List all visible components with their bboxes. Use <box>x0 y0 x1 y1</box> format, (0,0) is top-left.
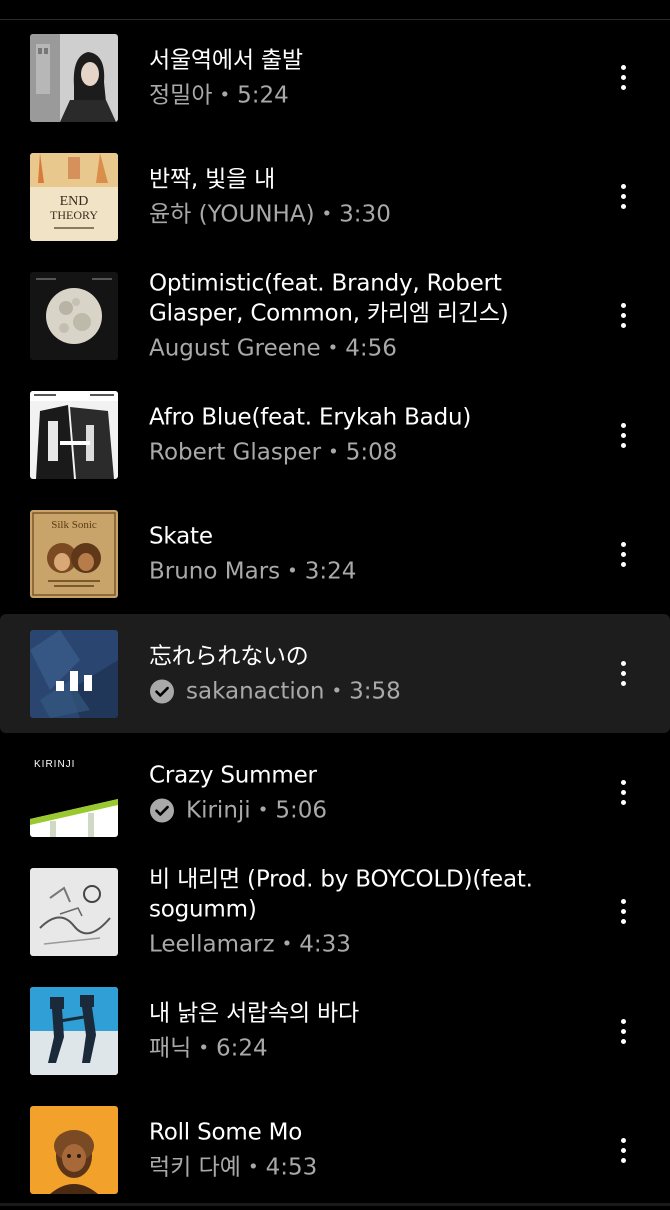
track-info: Crazy Summer Kirinji • 5:06 <box>149 760 590 825</box>
track-duration: 4:56 <box>345 335 397 362</box>
track-info: 비 내리면 (Prod. by BOYCOLD)(feat. sogumm) Le… <box>149 864 590 959</box>
more-vert-icon[interactable] <box>608 773 638 813</box>
track-row[interactable]: Roll Some Mo 럭키 다예 • 4:53 <box>0 1091 670 1210</box>
track-title: Roll Some Mo <box>149 1119 303 1146</box>
track-subtitle: Leellamarz • 4:33 <box>149 929 590 959</box>
separator-dot: • <box>328 441 339 463</box>
track-row[interactable]: 忘れられないの sakanaction • 3:58 <box>0 613 670 734</box>
track-duration: 5:06 <box>275 797 327 824</box>
track-artist[interactable]: Leellamarz <box>149 929 275 959</box>
track-subtitle: Robert Glasper • 5:08 <box>149 438 590 468</box>
track-subtitle: sakanaction • 3:58 <box>149 676 590 706</box>
track-duration: 4:33 <box>299 931 351 958</box>
more-vert-icon[interactable] <box>608 415 638 455</box>
separator-dot: • <box>281 933 293 955</box>
separator-dot: • <box>247 1156 259 1178</box>
track-title: 서울역에서 출발 <box>149 47 303 74</box>
track-row[interactable]: 서울역에서 출발정밀아 • 5:24 <box>0 18 670 137</box>
track-row[interactable]: END THEORY 반짝, 빛을 내윤하 (YOUNHA) • 3:30 <box>0 137 670 256</box>
track-title: Skate <box>149 523 213 550</box>
track-info: 忘れられないの sakanaction • 3:58 <box>149 641 590 706</box>
verified-check-icon <box>149 797 175 823</box>
track-artist[interactable]: Bruno Mars <box>149 557 280 587</box>
track-row[interactable]: Optimistic(feat. Brandy, Robert Glasper,… <box>0 256 670 375</box>
track-info: 반짝, 빛을 내윤하 (YOUNHA) • 3:30 <box>149 164 590 229</box>
svg-text:KIRINJI: KIRINJI <box>34 759 75 770</box>
track-artist[interactable]: 정밀아 <box>149 80 212 110</box>
album-art[interactable] <box>30 629 118 718</box>
more-vert-icon[interactable] <box>608 654 638 694</box>
track-info: Roll Some Mo 럭키 다예 • 4:53 <box>149 1118 590 1183</box>
separator-dot: • <box>327 337 339 359</box>
track-artist[interactable]: 패닉 <box>149 1034 191 1064</box>
track-duration: 3:24 <box>304 558 357 585</box>
track-info: 서울역에서 출발정밀아 • 5:24 <box>149 45 590 110</box>
track-duration: 6:24 <box>215 1035 268 1062</box>
separator-dot: • <box>257 799 269 821</box>
track-artist[interactable]: 윤하 (YOUNHA) <box>149 199 315 229</box>
track-row[interactable]: 내 낡은 서랍속의 바다패닉 • 6:24 <box>0 972 670 1091</box>
track-title: 내 낡은 서랍속의 바다 <box>149 1000 359 1027</box>
track-duration: 3:30 <box>339 201 391 228</box>
track-title: 반짝, 빛을 내 <box>149 166 276 193</box>
track-duration: 3:58 <box>349 678 401 705</box>
svg-text:END: END <box>60 194 89 209</box>
track-info: Afro Blue(feat. Erykah Badu) Robert Glasp… <box>149 403 590 468</box>
track-row[interactable]: KIRINJI Crazy Summer Kirinji • 5:06 <box>0 733 670 852</box>
track-artist[interactable]: Kirinji <box>186 795 251 825</box>
album-art[interactable] <box>30 271 118 360</box>
verified-check-icon <box>149 678 175 704</box>
track-info: 내 낡은 서랍속의 바다패닉 • 6:24 <box>149 999 590 1064</box>
album-art[interactable] <box>30 1106 118 1195</box>
track-row[interactable]: Silk Sonic Skate Bruno Mars • 3:24 <box>0 495 670 614</box>
equalizer-icon <box>30 630 118 718</box>
track-info: Optimistic(feat. Brandy, Robert Glasper,… <box>149 268 590 363</box>
track-info: Skate Bruno Mars • 3:24 <box>149 522 590 587</box>
track-artist[interactable]: 럭키 다예 <box>149 1153 241 1183</box>
more-vert-icon[interactable] <box>608 58 638 98</box>
track-duration: 5:08 <box>345 439 398 466</box>
track-subtitle: August Greene • 4:56 <box>149 333 590 363</box>
track-artist[interactable]: August Greene <box>149 333 321 363</box>
track-artist[interactable]: Robert Glasper <box>149 438 321 468</box>
track-subtitle: 정밀아 • 5:24 <box>149 80 590 110</box>
track-title: 비 내리면 (Prod. by BOYCOLD)(feat. sogumm) <box>149 866 533 923</box>
track-subtitle: Bruno Mars • 3:24 <box>149 557 590 587</box>
track-subtitle: 윤하 (YOUNHA) • 3:30 <box>149 199 590 229</box>
track-title: 忘れられないの <box>149 643 309 670</box>
track-row[interactable]: Afro Blue(feat. Erykah Badu) Robert Glasp… <box>0 376 670 495</box>
track-row[interactable]: 비 내리면 (Prod. by BOYCOLD)(feat. sogumm) Le… <box>0 852 670 971</box>
track-subtitle: 패닉 • 6:24 <box>149 1034 590 1064</box>
separator-dot: • <box>321 203 333 225</box>
album-art[interactable]: Silk Sonic <box>30 510 118 599</box>
separator-dot: • <box>331 680 343 702</box>
album-art[interactable]: KIRINJI <box>30 748 118 837</box>
album-art[interactable] <box>30 987 118 1076</box>
more-vert-icon[interactable] <box>608 892 638 932</box>
album-art[interactable] <box>30 33 118 122</box>
track-list: 서울역에서 출발정밀아 • 5:24 END THEORY 반짝, 빛을 내윤하 (… <box>0 18 670 1210</box>
track-title: Afro Blue(feat. Erykah Badu) <box>149 404 472 431</box>
separator-dot: • <box>198 1037 209 1059</box>
album-art[interactable] <box>30 867 118 956</box>
album-art[interactable] <box>30 391 118 480</box>
track-duration: 4:53 <box>265 1154 318 1181</box>
track-subtitle: 럭키 다예 • 4:53 <box>149 1153 590 1183</box>
svg-text:Silk Sonic: Silk Sonic <box>51 519 97 531</box>
track-artist[interactable]: sakanaction <box>186 676 324 706</box>
more-vert-icon[interactable] <box>608 534 638 574</box>
album-art[interactable]: END THEORY <box>30 152 118 241</box>
track-duration: 5:24 <box>237 82 289 109</box>
more-vert-icon[interactable] <box>608 296 638 336</box>
more-vert-icon[interactable] <box>608 1011 638 1051</box>
svg-text:THEORY: THEORY <box>50 208 98 222</box>
track-subtitle: Kirinji • 5:06 <box>149 795 590 825</box>
more-vert-icon[interactable] <box>608 1130 638 1170</box>
track-title: Crazy Summer <box>149 762 317 789</box>
separator-dot: • <box>287 560 298 582</box>
more-vert-icon[interactable] <box>608 177 638 217</box>
track-title: Optimistic(feat. Brandy, Robert Glasper,… <box>149 270 509 327</box>
separator-dot: • <box>219 84 231 106</box>
bottom-divider <box>0 1203 670 1206</box>
